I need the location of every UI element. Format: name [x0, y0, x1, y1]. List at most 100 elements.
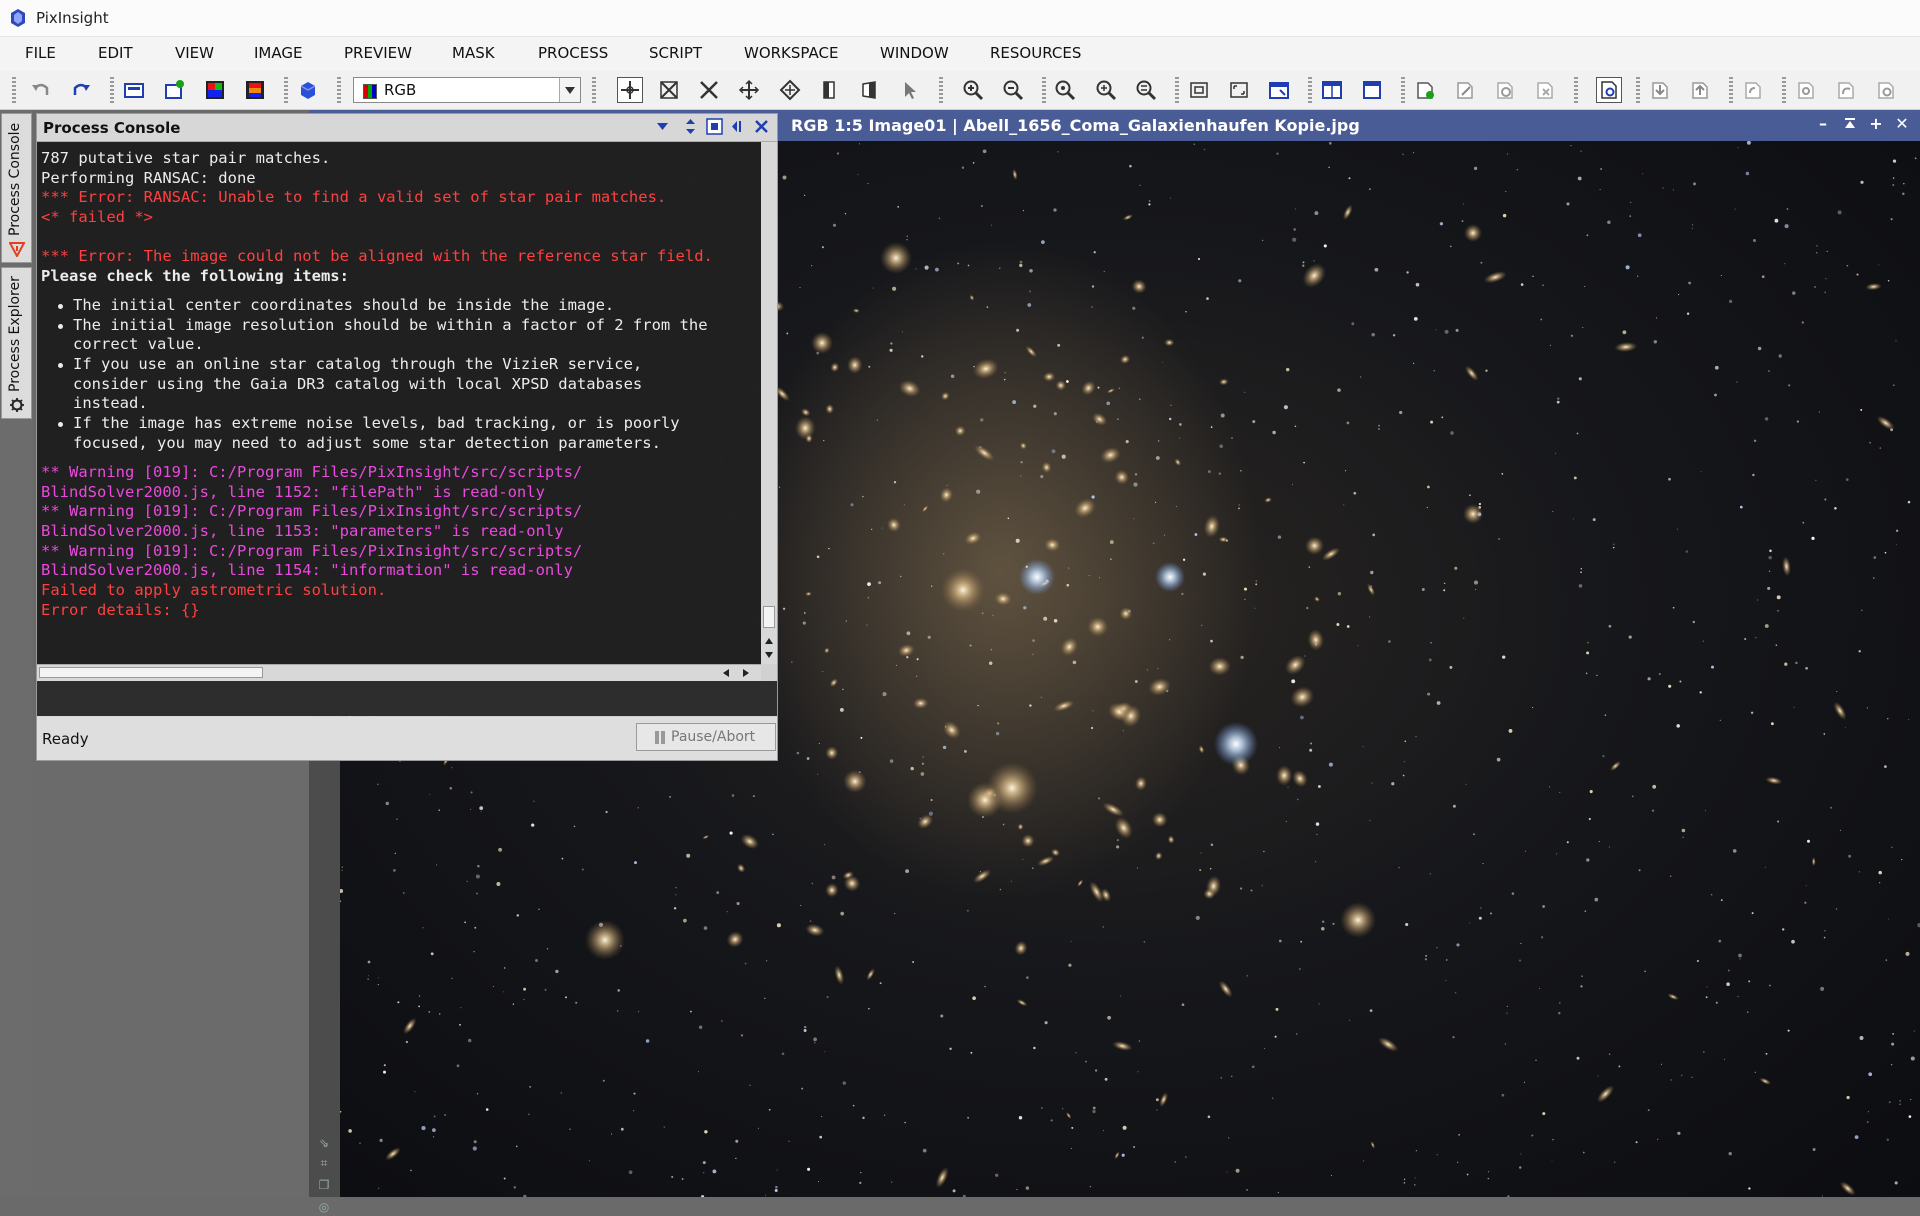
star: [1796, 420, 1799, 423]
edit-mask-icon[interactable]: [1454, 79, 1476, 101]
cursor-icon[interactable]: [899, 79, 921, 101]
menu-workspace[interactable]: WORKSPACE: [744, 44, 838, 62]
star: [634, 861, 637, 865]
console-command-input[interactable]: [37, 681, 777, 716]
star: [1309, 748, 1313, 752]
toolbar-grip[interactable]: [12, 77, 16, 103]
copy-icon[interactable]: ❐: [316, 1178, 332, 1194]
menu-process[interactable]: PROCESS: [538, 44, 608, 62]
chevron-down-icon[interactable]: [559, 78, 580, 102]
menu-script[interactable]: SCRIPT: [649, 44, 702, 62]
blue-cube-icon[interactable]: [297, 79, 319, 101]
resize-corner-icon[interactable]: ⇘: [316, 1136, 332, 1152]
channel-combination-icon[interactable]: [244, 79, 266, 101]
scroll-thumb[interactable]: [763, 606, 775, 628]
export-icon[interactable]: [1689, 79, 1711, 101]
zoom-out-icon[interactable]: [1002, 79, 1024, 101]
minimize-icon[interactable]: –: [1815, 116, 1831, 132]
show-mask-icon[interactable]: [1596, 77, 1622, 103]
scroll-down-icon[interactable]: [764, 650, 774, 660]
preferences-icon[interactable]: [1795, 79, 1817, 101]
console-output[interactable]: 787 putative star pair matches. Performi…: [37, 142, 761, 664]
pan-mode-icon[interactable]: [617, 77, 643, 103]
history-icon[interactable]: [1835, 79, 1857, 101]
scroll-up-icon[interactable]: [764, 636, 774, 646]
menu-resources[interactable]: RESOURCES: [990, 44, 1081, 62]
star: [1427, 485, 1430, 489]
close-icon[interactable]: ✕: [1894, 116, 1910, 132]
scroll-thumb[interactable]: [39, 667, 263, 678]
move-cross-icon[interactable]: [738, 79, 760, 101]
tile-windows-icon[interactable]: [1321, 79, 1343, 101]
mask-settings-icon[interactable]: [1494, 79, 1516, 101]
new-image-icon[interactable]: [123, 79, 145, 101]
tab-process-explorer[interactable]: Process Explorer: [1, 267, 32, 419]
center-icon[interactable]: [779, 79, 801, 101]
star: [1746, 1011, 1749, 1014]
zoom-to-fit-icon[interactable]: [1095, 79, 1117, 101]
zoom-optimal-icon[interactable]: [1135, 79, 1157, 101]
scroll-right-icon[interactable]: [741, 668, 751, 678]
star: [1098, 577, 1101, 579]
star: [533, 800, 535, 802]
menu-view[interactable]: VIEW: [175, 44, 214, 62]
rgb-channels-icon[interactable]: [204, 79, 226, 101]
close-icon[interactable]: [753, 118, 770, 135]
star: [1346, 421, 1350, 425]
star: [1764, 866, 1766, 868]
zoom-in-mode-icon[interactable]: [698, 79, 720, 101]
dock-left-icon[interactable]: [729, 118, 746, 135]
star: [992, 614, 994, 617]
star: [1630, 201, 1632, 203]
colorspace-dropdown[interactable]: RGB: [353, 77, 581, 103]
float-window-icon[interactable]: [706, 118, 723, 135]
tab-process-console[interactable]: Process Console: [1, 113, 32, 263]
maximize-window-icon[interactable]: [1361, 79, 1383, 101]
menu-image[interactable]: IMAGE: [254, 44, 302, 62]
fit-window-icon[interactable]: [1228, 79, 1250, 101]
menu-mask[interactable]: MASK: [452, 44, 495, 62]
console-titlebar[interactable]: Process Console: [37, 114, 777, 142]
window-blue-corner-icon[interactable]: [1268, 79, 1290, 101]
restore-icon[interactable]: [1742, 79, 1764, 101]
expand-vertical-icon[interactable]: [682, 118, 699, 135]
zoom-in-icon[interactable]: [962, 79, 984, 101]
shade-icon[interactable]: [1842, 116, 1858, 132]
console-horizontal-scrollbar[interactable]: [37, 664, 761, 681]
star: [920, 772, 925, 776]
zoom-fit-icon[interactable]: [658, 79, 680, 101]
menu-file[interactable]: FILE: [25, 44, 56, 62]
star: [1764, 417, 1769, 421]
star: [980, 418, 984, 422]
scroll-left-icon[interactable]: [721, 668, 731, 678]
undo-icon[interactable]: [30, 79, 52, 101]
target-icon[interactable]: ◎: [316, 1200, 332, 1216]
star: [735, 1157, 737, 1160]
edit-preview-icon[interactable]: [859, 79, 881, 101]
menu-edit[interactable]: EDIT: [98, 44, 133, 62]
star: [1505, 191, 1507, 193]
process-console-window[interactable]: Process Console 787 putative star pair m…: [36, 113, 778, 761]
bright-galaxy: [1340, 902, 1376, 938]
readout-mode-icon[interactable]: [819, 79, 841, 101]
import-icon[interactable]: [1649, 79, 1671, 101]
fit-view-icon[interactable]: [1188, 79, 1210, 101]
remove-mask-icon[interactable]: [1534, 79, 1556, 101]
star: [1071, 1126, 1074, 1129]
maximize-icon[interactable]: +: [1868, 116, 1884, 132]
star: [1892, 177, 1895, 179]
star: [1300, 715, 1304, 720]
crop-icon[interactable]: ⌗: [316, 1156, 332, 1172]
new-mask-icon[interactable]: [1414, 79, 1436, 101]
statistics-icon[interactable]: [1875, 79, 1897, 101]
zoom-1-1-icon[interactable]: [1054, 79, 1076, 101]
star: [1736, 381, 1738, 383]
redo-icon[interactable]: [70, 79, 92, 101]
menu-preview[interactable]: PREVIEW: [344, 44, 412, 62]
console-vertical-scrollbar[interactable]: [761, 142, 777, 664]
new-preview-icon[interactable]: [163, 79, 185, 101]
collapse-icon[interactable]: [654, 118, 671, 135]
menu-window[interactable]: WINDOW: [880, 44, 949, 62]
star: [1185, 1156, 1187, 1158]
pause-abort-button[interactable]: Pause/Abort: [636, 723, 776, 751]
